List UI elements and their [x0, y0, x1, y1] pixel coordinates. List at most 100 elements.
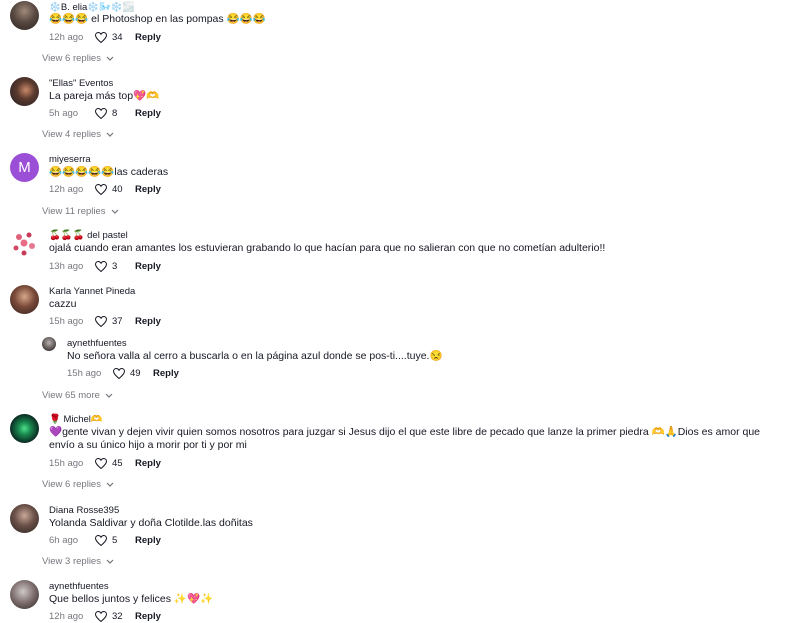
chevron-down-icon	[106, 56, 114, 61]
view-replies-button[interactable]: View 3 replies	[42, 556, 114, 567]
avatar[interactable]: M	[10, 153, 39, 182]
comment-username[interactable]: Diana Rosse395	[49, 505, 119, 516]
chevron-down-icon	[106, 482, 114, 487]
like-count: 8	[112, 108, 118, 119]
comment-time: 15h ago	[49, 316, 84, 327]
like-button[interactable]: 37	[95, 316, 135, 327]
reply-button[interactable]: Reply	[153, 368, 179, 379]
hearts-avatar-icon	[13, 232, 35, 256]
view-replies-button[interactable]: View 6 replies	[42, 53, 114, 64]
heart-icon	[113, 368, 125, 379]
reply-button[interactable]: Reply	[135, 261, 161, 272]
reply-username[interactable]: aynethfuentes	[67, 338, 127, 349]
like-count: 32	[112, 611, 123, 622]
view-replies-button[interactable]: View 11 replies	[42, 206, 119, 217]
reply-button[interactable]: Reply	[135, 32, 161, 43]
comment-username[interactable]: Karla Yannet Pineda	[49, 286, 135, 297]
comment-time: 12h ago	[49, 184, 84, 195]
avatar[interactable]	[42, 337, 56, 351]
heart-icon	[95, 32, 107, 43]
reply-button[interactable]: Reply	[135, 458, 161, 469]
comment-username[interactable]: miyeserra	[49, 154, 91, 165]
comment-meta: 6h ago 5 Reply	[49, 535, 161, 546]
view-replies-label: View 11 replies	[42, 206, 106, 217]
comment-meta: 5h ago 8 Reply	[49, 108, 161, 119]
comment-username[interactable]: ❄️B. elia❄️🌬️❄️🌫️	[49, 2, 135, 13]
reply-button[interactable]: Reply	[135, 316, 161, 327]
heart-icon	[95, 108, 107, 119]
like-button[interactable]: 40	[95, 184, 135, 195]
comment-meta: 12h ago 40 Reply	[49, 184, 161, 195]
like-button[interactable]: 5	[95, 535, 135, 546]
chevron-down-icon	[106, 559, 114, 564]
comment-time: 12h ago	[49, 32, 84, 43]
comment-meta: 12h ago 32 Reply	[49, 611, 161, 622]
comment-username[interactable]: aynethfuentes	[49, 581, 109, 592]
reply-text: No señora valla al cerro a buscarla o en…	[67, 350, 443, 362]
comment-username[interactable]: 🌹 Michel🫶	[49, 414, 103, 425]
comment-text: Yolanda Saldivar y doña Clotilde.las doñ…	[49, 517, 253, 529]
view-replies-button[interactable]: View 6 replies	[42, 479, 114, 490]
view-replies-button[interactable]: View 4 replies	[42, 129, 114, 140]
view-more-button[interactable]: View 65 more	[42, 390, 113, 401]
comment-text: cazzu	[49, 298, 77, 310]
comment-text: ojalá cuando eran amantes los estuvieran…	[49, 242, 606, 254]
reply-button[interactable]: Reply	[135, 184, 161, 195]
avatar[interactable]	[10, 580, 39, 609]
heart-icon	[95, 261, 107, 272]
comment-meta: 13h ago 3 Reply	[49, 261, 161, 272]
avatar[interactable]	[10, 285, 39, 314]
like-button[interactable]: 8	[95, 108, 135, 119]
view-replies-label: View 6 replies	[42, 479, 101, 490]
comment-text: La pareja más top💖🫶	[49, 90, 160, 102]
comment-time: 12h ago	[49, 611, 84, 622]
heart-icon	[95, 611, 107, 622]
view-replies-label: View 65 more	[42, 390, 100, 401]
comment-time: 6h ago	[49, 535, 79, 546]
like-count: 3	[112, 261, 118, 272]
like-count: 40	[112, 184, 123, 195]
comment-text: 😂😂😂 el Photoshop en las pompas 😂😂😂	[49, 13, 266, 25]
comment-meta: 15h ago 37 Reply	[49, 316, 161, 327]
like-count: 34	[112, 32, 123, 43]
heart-icon	[95, 316, 107, 327]
view-replies-label: View 4 replies	[42, 129, 101, 140]
like-count: 45	[112, 458, 123, 469]
reply-button[interactable]: Reply	[135, 611, 161, 622]
reply-meta: 15h ago 49 Reply	[67, 368, 179, 379]
reply-time: 15h ago	[67, 368, 102, 379]
avatar[interactable]	[10, 229, 39, 258]
comment-text: Que bellos juntos y felices ✨💖✨	[49, 593, 214, 605]
reply-button[interactable]: Reply	[135, 108, 161, 119]
comment-username[interactable]: 🍒🍒🍒 del pastel	[49, 230, 128, 241]
like-button[interactable]: 32	[95, 611, 135, 622]
view-replies-label: View 6 replies	[42, 53, 101, 64]
comment-time: 15h ago	[49, 458, 84, 469]
avatar-letter: M	[18, 159, 31, 176]
heart-icon	[95, 535, 107, 546]
comment-meta: 12h ago 34 Reply	[49, 32, 161, 43]
like-button[interactable]: 45	[95, 458, 135, 469]
comment-time: 5h ago	[49, 108, 79, 119]
view-replies-label: View 3 replies	[42, 556, 101, 567]
comment-time: 13h ago	[49, 261, 84, 272]
reply-button[interactable]: Reply	[135, 535, 161, 546]
heart-icon	[95, 458, 107, 469]
chevron-down-icon	[111, 209, 118, 214]
comment-username[interactable]: "Ellas" Eventos	[49, 78, 113, 89]
like-count: 49	[130, 368, 141, 379]
comment-meta: 15h ago 45 Reply	[49, 458, 161, 469]
like-button[interactable]: 3	[95, 261, 135, 272]
comment-text: 💜gente vivan y dejen vivir quien somos n…	[49, 426, 761, 451]
chevron-down-icon	[106, 132, 114, 137]
comment-text: 😂😂😂😂😂las caderas	[49, 166, 169, 178]
like-button[interactable]: 34	[95, 32, 135, 43]
like-button[interactable]: 49	[113, 368, 153, 379]
like-count: 37	[112, 316, 123, 327]
chevron-down-icon	[105, 393, 113, 398]
avatar[interactable]	[10, 77, 39, 106]
like-count: 5	[112, 535, 118, 546]
avatar[interactable]	[10, 1, 39, 30]
avatar[interactable]	[10, 414, 39, 443]
avatar[interactable]	[10, 504, 39, 533]
